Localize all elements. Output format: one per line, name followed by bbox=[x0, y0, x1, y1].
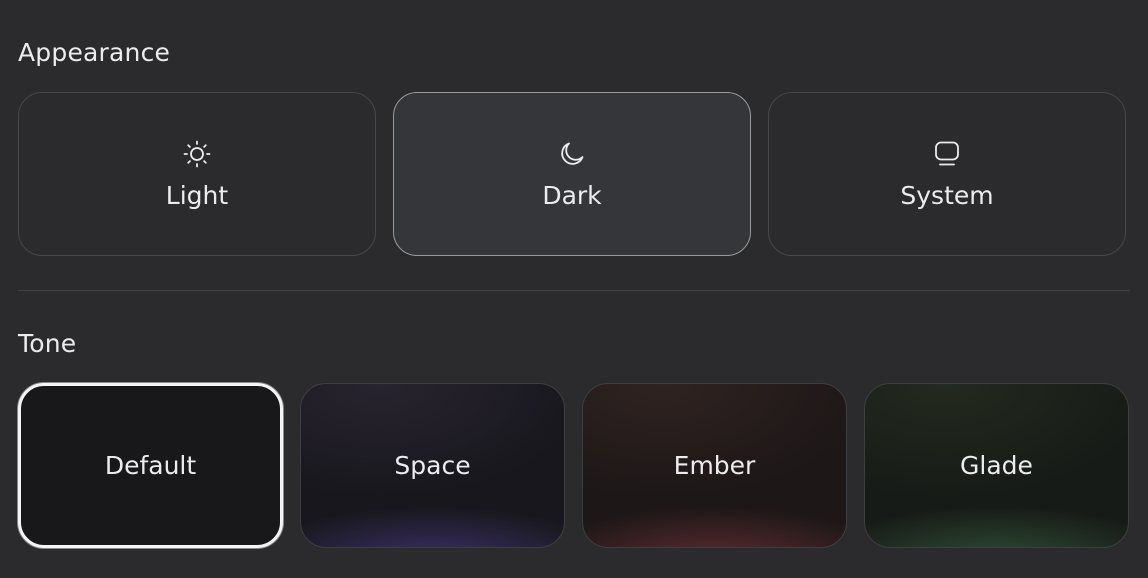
settings-panel: Appearance Light Dark System Tone Defaul… bbox=[0, 0, 1148, 578]
appearance-option-system[interactable]: System bbox=[768, 92, 1126, 256]
tone-option-ember[interactable]: Ember bbox=[582, 383, 847, 548]
tone-heading: Tone bbox=[18, 329, 77, 358]
appearance-option-label: System bbox=[900, 180, 994, 210]
appearance-option-light[interactable]: Light bbox=[18, 92, 376, 256]
tone-option-label: Default bbox=[104, 451, 197, 480]
tone-option-label: Space bbox=[394, 451, 471, 480]
appearance-option-label: Light bbox=[165, 180, 229, 210]
monitor-icon bbox=[932, 139, 962, 169]
tone-options: Default Space Ember Glade bbox=[18, 383, 1129, 548]
tone-option-label: Ember bbox=[673, 451, 756, 480]
tone-option-glade[interactable]: Glade bbox=[864, 383, 1129, 548]
tone-option-default[interactable]: Default bbox=[18, 383, 283, 548]
sun-icon bbox=[182, 139, 212, 169]
appearance-option-dark[interactable]: Dark bbox=[393, 92, 751, 256]
section-divider bbox=[18, 290, 1130, 291]
appearance-options: Light Dark System bbox=[18, 92, 1126, 256]
tone-option-label: Glade bbox=[960, 451, 1033, 480]
moon-icon bbox=[557, 139, 587, 169]
appearance-option-label: Dark bbox=[542, 180, 602, 210]
tone-option-space[interactable]: Space bbox=[300, 383, 565, 548]
appearance-heading: Appearance bbox=[18, 38, 171, 67]
